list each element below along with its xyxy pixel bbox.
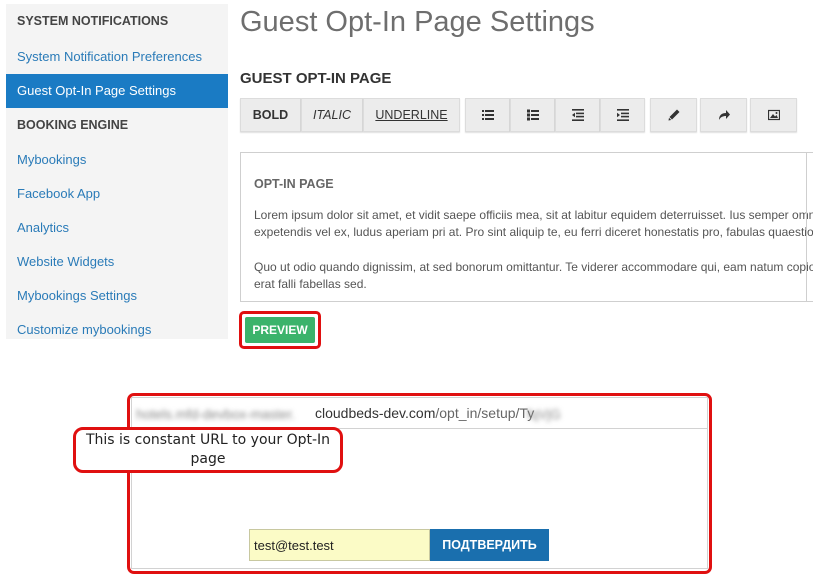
- underline-button[interactable]: UNDERLINE: [363, 98, 460, 132]
- editor-paragraph-1-line-1: Lorem ipsum dolor sit amet, et vidit sae…: [254, 208, 813, 222]
- editor-heading: OPT-IN PAGE: [254, 177, 334, 191]
- italic-label: ITALIC: [313, 108, 351, 122]
- insert-image-button[interactable]: [750, 98, 797, 132]
- pencil-icon: [668, 109, 679, 121]
- sidebar-item-mybookings[interactable]: Mybookings: [6, 143, 228, 177]
- list-ordered-icon: [526, 109, 539, 121]
- sidebar-item-analytics[interactable]: Analytics: [6, 211, 228, 245]
- indent-button[interactable]: [600, 98, 645, 132]
- ordered-list-button[interactable]: [510, 98, 555, 132]
- editor-paragraph-1-line-2: expetendis vel ex, ludus aperiam pri at.…: [254, 225, 813, 239]
- bold-button[interactable]: BOLD: [240, 98, 301, 132]
- indent-icon: [616, 109, 629, 121]
- list-unordered-icon: [481, 110, 494, 120]
- outdent-button[interactable]: [555, 98, 600, 132]
- sidebar-item-guest-opt-in-page-settings[interactable]: Guest Opt-In Page Settings: [6, 74, 228, 108]
- rich-text-editor[interactable]: OPT-IN PAGE Lorem ipsum dolor sit amet, …: [240, 152, 813, 302]
- italic-button[interactable]: ITALIC: [301, 98, 363, 132]
- redo-button[interactable]: [700, 98, 747, 132]
- preview-button[interactable]: PREVIEW: [245, 317, 315, 343]
- sidebar-item-customize-mybookings[interactable]: Customize mybookings: [6, 313, 228, 347]
- image-icon: [767, 109, 780, 121]
- redo-icon: [718, 110, 730, 120]
- url-callout: This is constant URL to your Opt-In page: [73, 427, 343, 473]
- unordered-list-button[interactable]: [465, 98, 510, 132]
- underline-label: UNDERLINE: [375, 108, 448, 122]
- editor-paragraph-2-line-1: Quo ut odio quando dignissim, at sed bon…: [254, 260, 813, 274]
- page-title: Guest Opt-In Page Settings: [240, 6, 595, 38]
- email-input[interactable]: [249, 529, 430, 561]
- preview-highlight: PREVIEW: [239, 311, 321, 349]
- sidebar-item-system-notification-preferences[interactable]: System Notification Preferences: [6, 40, 228, 74]
- outdent-icon: [571, 109, 584, 121]
- sidebar-item-facebook-app[interactable]: Facebook App: [6, 177, 228, 211]
- pencil-button[interactable]: [650, 98, 697, 132]
- sidebar: SYSTEM NOTIFICATIONS System Notification…: [6, 4, 228, 339]
- sidebar-item-website-widgets[interactable]: Website Widgets: [6, 245, 228, 279]
- editor-right-border: [806, 152, 807, 302]
- sidebar-item-mybookings-settings[interactable]: Mybookings Settings: [6, 279, 228, 313]
- sidebar-section-booking-engine: BOOKING ENGINE: [17, 118, 129, 132]
- confirm-button[interactable]: ПОДТВЕРДИТЬ: [430, 529, 549, 561]
- section-title: GUEST OPT-IN PAGE: [240, 70, 392, 87]
- editor-paragraph-2-line-2: erat falli fabellas sed.: [254, 277, 367, 291]
- bold-label: BOLD: [252, 108, 289, 122]
- sidebar-section-system-notifications: SYSTEM NOTIFICATIONS: [17, 14, 169, 28]
